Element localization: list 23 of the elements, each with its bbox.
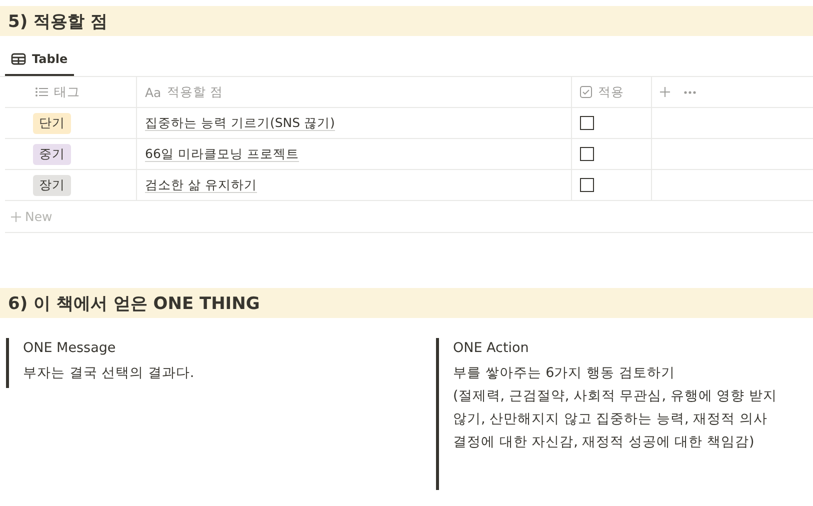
- view-tab[interactable]: Table: [5, 44, 74, 76]
- checkbox[interactable]: [580, 116, 594, 130]
- tag: 장기: [33, 174, 71, 196]
- quote-heading: ONE Action: [453, 340, 530, 356]
- row-title[interactable]: 66일 미라클모닝 프로젝트: [145, 146, 299, 162]
- add-icon[interactable]: [660, 87, 670, 97]
- row-title[interactable]: 검소한 삶 유지하기: [145, 176, 257, 194]
- quote-text: 부자는 결국 선택의 결과다.: [23, 364, 196, 383]
- quote-text: 부를 쌓아주는 6가지 행동 검토하기: [453, 364, 676, 383]
- section-heading: 5) 적용할 점: [0, 6, 813, 36]
- quote-text: (절제력, 근검절약, 사회적 무관심, 유행에 영향 받지 않기, 산만해지지 않고 집중하는 능력, 재정적 의사 결정에 대한 자신감, 재정적 성공에 대한 책임감): [453, 387, 778, 452]
- more-icon[interactable]: [684, 90, 696, 94]
- checkbox[interactable]: [580, 147, 594, 161]
- section-heading: 6) 이 책에서 얻은 ONE THING: [0, 288, 813, 318]
- quote-heading: ONE Message: [23, 340, 117, 356]
- checkbox[interactable]: [580, 178, 594, 192]
- table-icon: [11, 53, 26, 65]
- checkbox-icon: [580, 86, 592, 98]
- text-property-icon: Aa: [145, 84, 162, 100]
- tag: 단기: [33, 112, 71, 134]
- row-title[interactable]: 집중하는 능력 기르기(SNS 끊기): [145, 114, 335, 132]
- tag: 중기: [33, 144, 71, 164]
- list-icon: [35, 87, 48, 97]
